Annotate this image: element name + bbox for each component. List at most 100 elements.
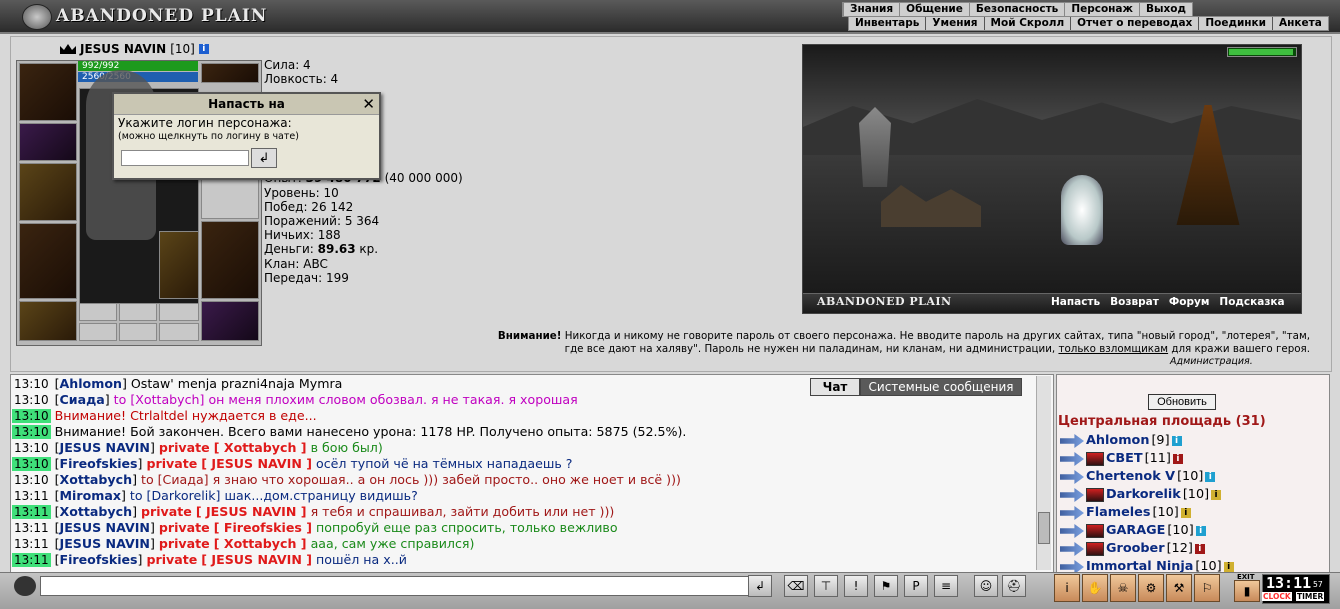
slot-boots[interactable] bbox=[201, 301, 259, 341]
chat-nick[interactable]: Miromax bbox=[60, 488, 121, 503]
submenu-item-profile[interactable]: Анкета bbox=[1272, 17, 1328, 30]
chat-input[interactable] bbox=[40, 576, 750, 596]
clan-emblem-icon[interactable] bbox=[1086, 452, 1104, 466]
online-user-row[interactable]: CBET [11] i bbox=[1060, 450, 1183, 468]
online-user-row[interactable]: Darkorelik [10] i bbox=[1060, 486, 1222, 504]
private-message-arrow-icon[interactable] bbox=[1060, 524, 1084, 538]
close-icon[interactable]: ✕ bbox=[362, 95, 375, 113]
hand-icon[interactable]: ✋ bbox=[1082, 574, 1108, 602]
skull-icon[interactable]: ☠ bbox=[1110, 574, 1136, 602]
submenu-item-scroll[interactable]: Мой Скролл bbox=[983, 17, 1071, 30]
online-user-name[interactable]: Chertenok V bbox=[1086, 468, 1175, 486]
online-user-row[interactable]: Chertenok V [10] i bbox=[1060, 468, 1216, 486]
tab-system-messages[interactable]: Системные сообщения bbox=[860, 378, 1022, 396]
chat-nick[interactable]: Xottabych bbox=[60, 504, 133, 519]
clan-emblem-icon[interactable] bbox=[1086, 524, 1104, 538]
user-info-icon[interactable]: i bbox=[1172, 454, 1183, 464]
chat-nick[interactable]: Xottabych bbox=[60, 472, 133, 487]
private-message-arrow-icon[interactable] bbox=[1060, 488, 1084, 502]
chat-private-target[interactable]: [ Fireofskies ] bbox=[214, 520, 312, 535]
clock-label[interactable]: CLOCK bbox=[1262, 592, 1292, 601]
hammer-icon[interactable]: ⚒ bbox=[1166, 574, 1192, 602]
runner-icon[interactable]: ⚑ bbox=[874, 575, 898, 597]
online-user-name[interactable]: CBET bbox=[1106, 450, 1143, 468]
translit-icon[interactable]: Ρ bbox=[904, 575, 928, 597]
slot-ring-3[interactable] bbox=[159, 303, 199, 321]
eraser-icon[interactable]: ⌫ bbox=[784, 575, 808, 597]
gear-icon[interactable]: ⚙ bbox=[1138, 574, 1164, 602]
chat-nick[interactable]: Ahlomon bbox=[60, 376, 122, 391]
slot-ring-1[interactable] bbox=[79, 303, 117, 321]
info-scroll-icon[interactable]: i bbox=[1054, 574, 1080, 602]
chat-to-target[interactable]: to [Сиада] bbox=[141, 472, 209, 487]
send-icon[interactable]: ↲ bbox=[748, 575, 772, 597]
online-user-row[interactable]: Ahlomon [9] i bbox=[1060, 432, 1182, 450]
warning-link[interactable]: только взломщикам bbox=[1058, 343, 1168, 355]
user-info-icon[interactable]: i bbox=[1171, 436, 1182, 446]
slot-rune-3[interactable] bbox=[159, 323, 199, 341]
online-user-name[interactable]: Flameles bbox=[1086, 504, 1150, 522]
slot-leggings[interactable] bbox=[201, 221, 259, 299]
link-return[interactable]: Возврат bbox=[1110, 296, 1159, 308]
slot-earrings[interactable] bbox=[201, 63, 259, 83]
chat-private-target[interactable]: [ Xottabych ] bbox=[214, 440, 307, 455]
helmet-icon[interactable]: ⛑ bbox=[1002, 575, 1026, 597]
submenu-item-transfers[interactable]: Отчет о переводах bbox=[1070, 17, 1198, 30]
exit-door-icon[interactable]: ▮ bbox=[1234, 580, 1260, 602]
alert-icon[interactable]: ! bbox=[844, 575, 868, 597]
list-icon[interactable]: ≡ bbox=[934, 575, 958, 597]
private-message-arrow-icon[interactable] bbox=[1060, 506, 1084, 520]
timer-label[interactable]: TIMER bbox=[1296, 592, 1325, 601]
flag-icon[interactable]: ⚐ bbox=[1194, 574, 1220, 602]
online-user-name[interactable]: Darkorelik bbox=[1106, 486, 1181, 504]
chat-private-target[interactable]: [ JESUS NAVIN ] bbox=[201, 456, 312, 471]
online-user-row[interactable]: Flameles [10] i bbox=[1060, 504, 1191, 522]
tab-chat[interactable]: Чат bbox=[810, 378, 860, 396]
character-name[interactable]: JESUS NAVIN bbox=[80, 42, 166, 56]
filter-icon[interactable]: ⊤ bbox=[814, 575, 838, 597]
slot-shield-empty[interactable] bbox=[201, 179, 259, 219]
online-user-name[interactable]: Ahlomon bbox=[1086, 432, 1149, 450]
private-message-arrow-icon[interactable] bbox=[1060, 542, 1084, 556]
menu-item-knowledge[interactable]: Знания bbox=[843, 3, 899, 16]
chat-bubble-icon[interactable] bbox=[14, 576, 36, 596]
slot-amulet[interactable] bbox=[19, 123, 77, 161]
menu-item-communication[interactable]: Общение bbox=[899, 3, 969, 16]
private-message-arrow-icon[interactable] bbox=[1060, 434, 1084, 448]
slot-pet[interactable] bbox=[159, 231, 199, 299]
menu-item-exit[interactable]: Выход bbox=[1138, 3, 1192, 16]
user-info-icon[interactable]: i bbox=[1211, 490, 1222, 500]
chat-private-target[interactable]: [ JESUS NAVIN ] bbox=[201, 552, 312, 567]
online-user-row[interactable]: Groober [12] i bbox=[1060, 540, 1205, 558]
link-attack[interactable]: Напасть bbox=[1051, 296, 1100, 308]
slot-helmet[interactable] bbox=[19, 63, 77, 121]
online-user-row[interactable]: GARAGE [10] i bbox=[1060, 522, 1206, 540]
clan-emblem-icon[interactable] bbox=[1086, 488, 1104, 502]
link-hint[interactable]: Подсказка bbox=[1219, 296, 1284, 308]
user-info-icon[interactable]: i bbox=[1195, 526, 1206, 536]
refresh-button[interactable]: Обновить bbox=[1148, 394, 1216, 410]
chat-to-target[interactable]: to [Xottabych] bbox=[114, 392, 205, 407]
info-icon[interactable]: i bbox=[198, 44, 209, 54]
portal[interactable] bbox=[1061, 175, 1103, 245]
chat-to-target[interactable]: to [Darkorelik] bbox=[130, 488, 221, 503]
chat-scrollbar-thumb[interactable] bbox=[1038, 512, 1050, 544]
chat-nick[interactable]: JESUS NAVIN bbox=[60, 440, 150, 455]
user-info-icon[interactable]: i bbox=[1205, 472, 1216, 482]
attack-submit-button[interactable]: ↲ bbox=[251, 148, 277, 168]
private-message-arrow-icon[interactable] bbox=[1060, 470, 1084, 484]
chat-nick[interactable]: JESUS NAVIN bbox=[60, 520, 150, 535]
submenu-item-inventory[interactable]: Инвентарь bbox=[849, 17, 925, 30]
online-user-name[interactable]: GARAGE bbox=[1106, 522, 1165, 540]
online-user-name[interactable]: Groober bbox=[1106, 540, 1165, 558]
link-forum[interactable]: Форум bbox=[1169, 296, 1210, 308]
chat-private-target[interactable]: [ Xottabych ] bbox=[214, 536, 307, 551]
slot-weapon[interactable] bbox=[19, 163, 77, 221]
slot-rune-2[interactable] bbox=[119, 323, 157, 341]
chat-nick[interactable]: JESUS NAVIN bbox=[60, 536, 150, 551]
target-login-input[interactable] bbox=[121, 150, 249, 166]
slot-belt[interactable] bbox=[19, 301, 77, 341]
smiley-icon[interactable]: ☺ bbox=[974, 575, 998, 597]
menu-item-security[interactable]: Безопасность bbox=[968, 3, 1064, 16]
submenu-item-skills[interactable]: Умения bbox=[925, 17, 983, 30]
